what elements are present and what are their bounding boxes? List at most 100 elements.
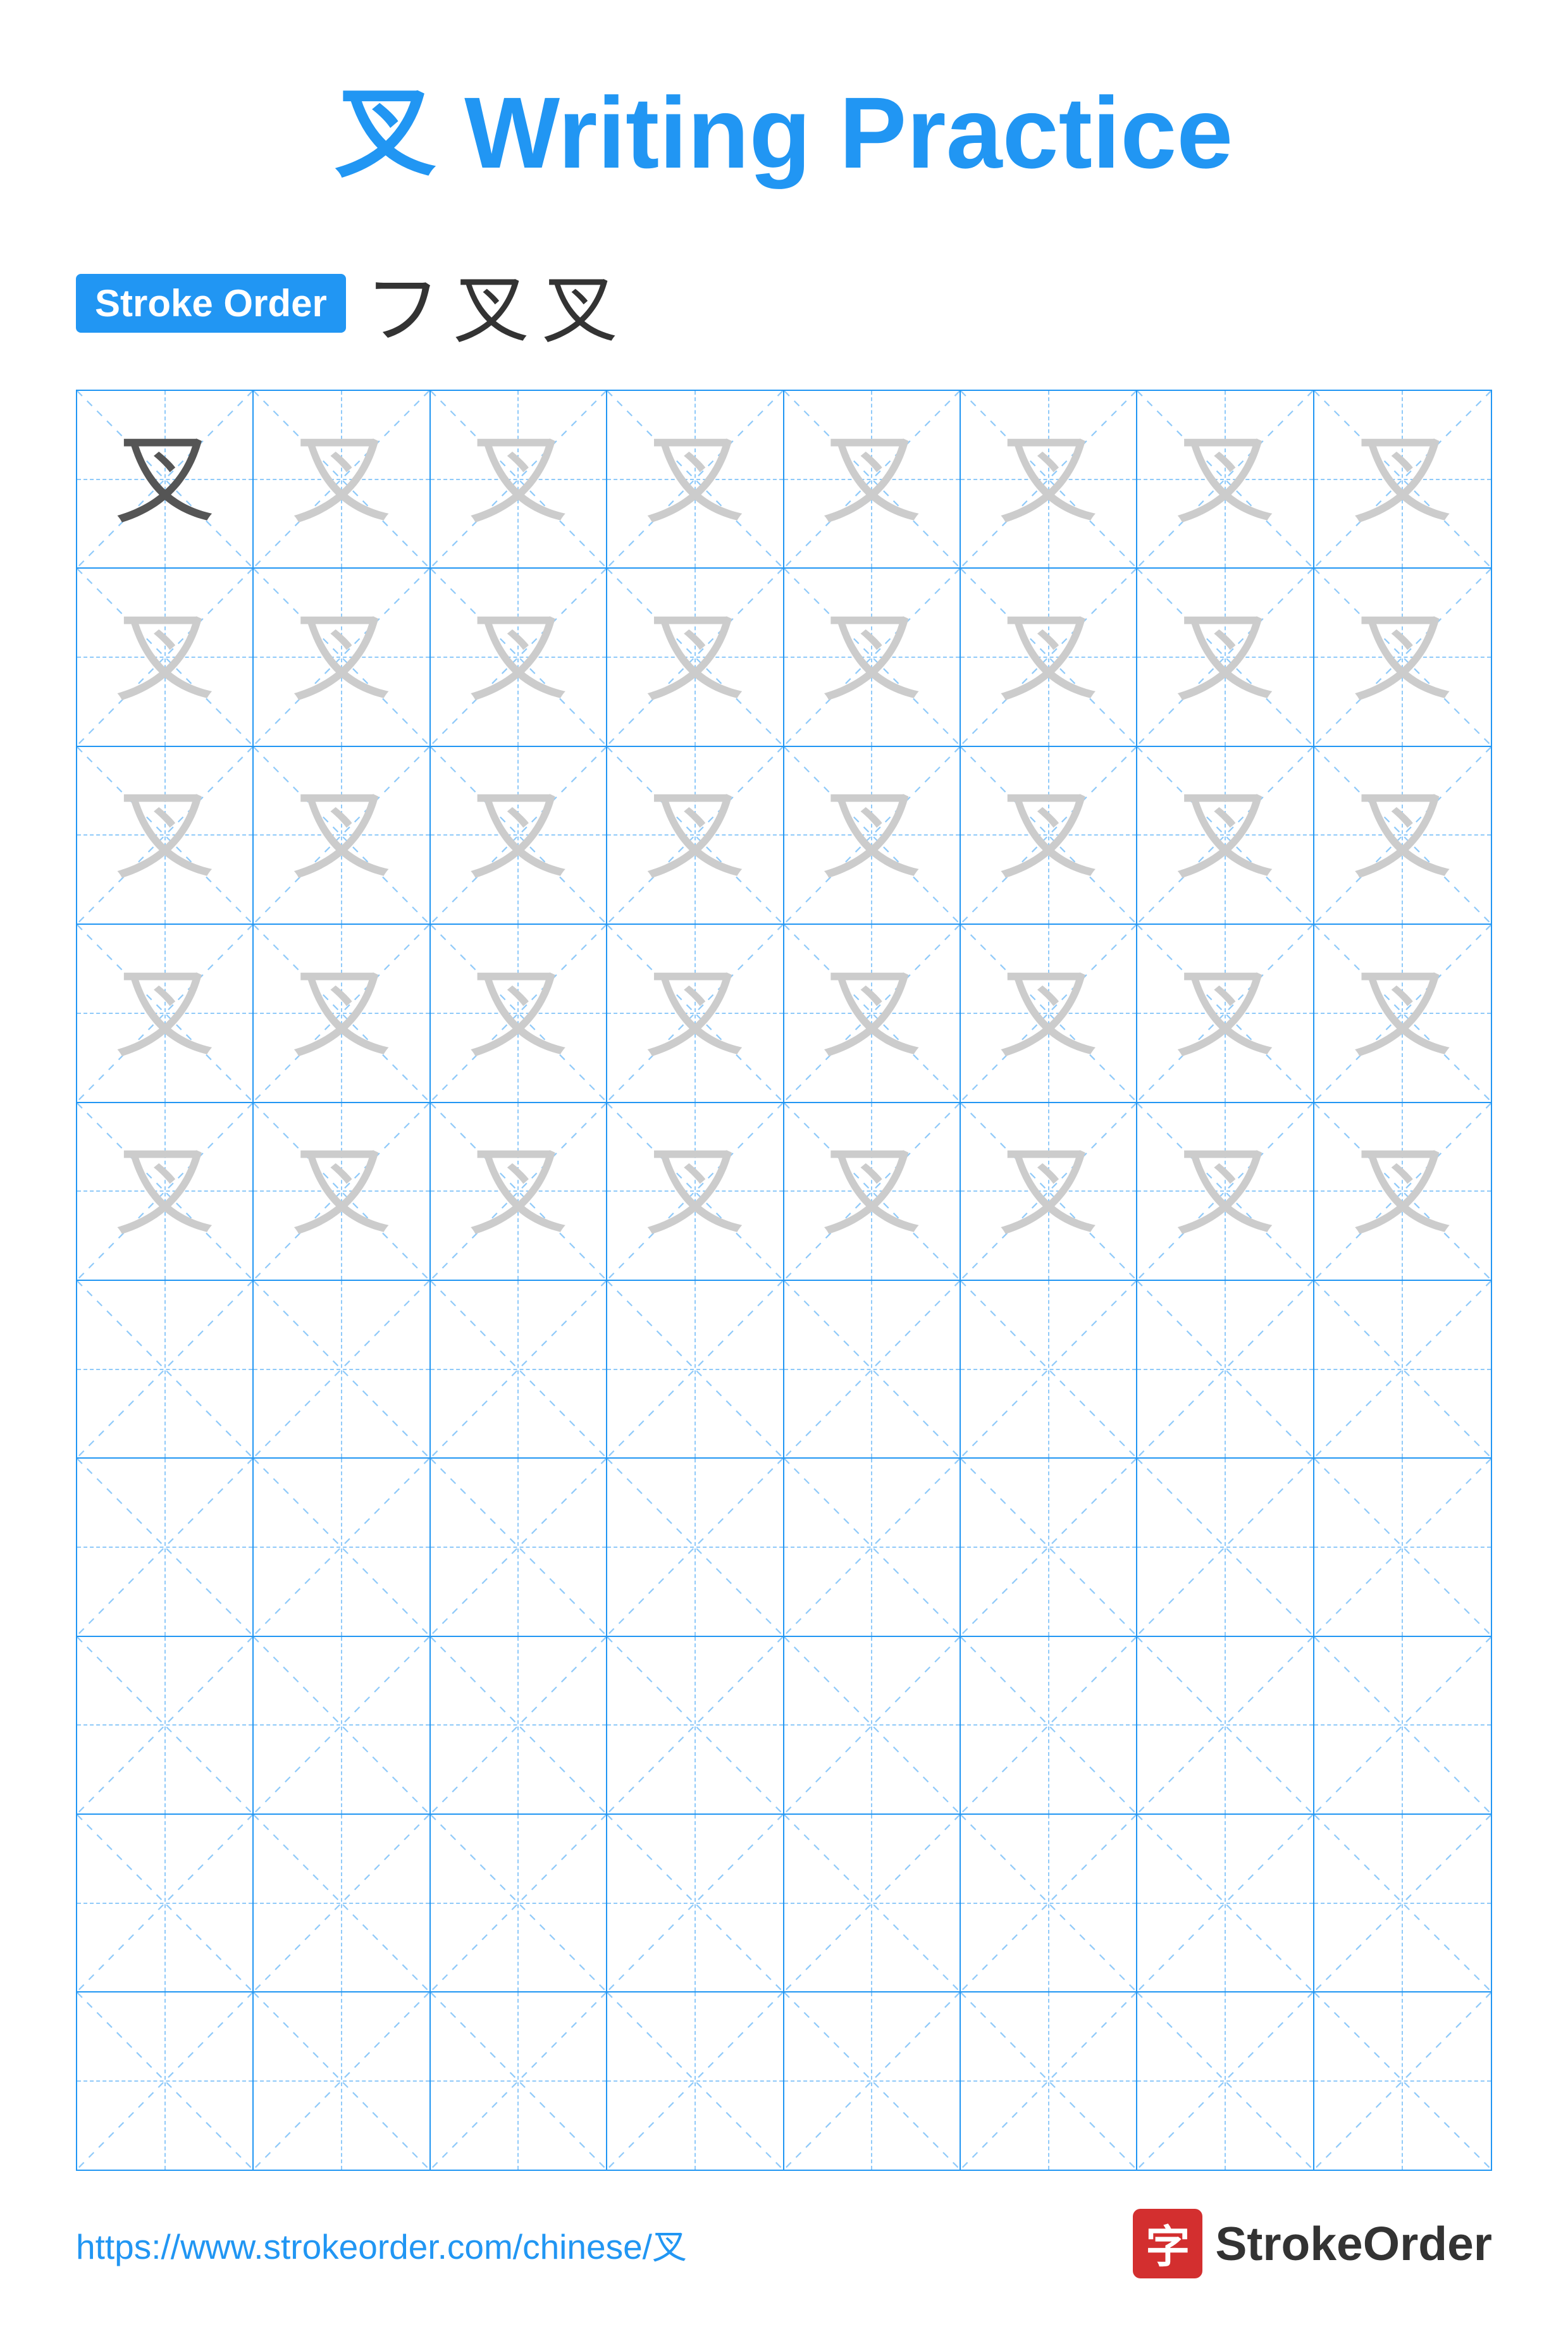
grid-cell[interactable] (1137, 1992, 1314, 2169)
grid-cell[interactable] (431, 1281, 607, 1457)
practice-char: 叉 (645, 607, 746, 708)
grid-cell[interactable]: 叉 (961, 747, 1137, 924)
grid-cell[interactable]: 叉 (607, 391, 784, 567)
grid-cell[interactable] (254, 1815, 430, 1991)
grid-cell[interactable]: 叉 (77, 747, 254, 924)
grid-cell[interactable] (607, 1459, 784, 1635)
grid-cell[interactable]: 叉 (961, 1103, 1137, 1280)
grid-cell[interactable] (961, 1637, 1137, 1813)
grid-cell[interactable]: 叉 (961, 391, 1137, 567)
grid-cell[interactable]: 叉 (77, 391, 254, 567)
grid-cell[interactable]: 叉 (431, 569, 607, 745)
grid-cell[interactable] (254, 1459, 430, 1635)
grid-cell[interactable] (254, 1281, 430, 1457)
grid-cell[interactable] (607, 1637, 784, 1813)
practice-char: 叉 (1175, 1140, 1276, 1242)
grid-cell[interactable]: 叉 (784, 1103, 961, 1280)
stroke-char-3: 叉 (542, 248, 618, 358)
grid-cell[interactable] (431, 1992, 607, 2169)
grid-cell[interactable]: 叉 (77, 569, 254, 745)
grid-cell[interactable] (1314, 1281, 1491, 1457)
grid-cell[interactable] (961, 1459, 1137, 1635)
grid-cell[interactable]: 叉 (1314, 1103, 1491, 1280)
grid-cell[interactable] (254, 1637, 430, 1813)
grid-row (77, 1992, 1491, 2169)
grid-cell[interactable]: 叉 (1314, 925, 1491, 1101)
grid-cell[interactable] (961, 1815, 1137, 1991)
grid-cell[interactable] (961, 1992, 1137, 2169)
practice-char: 叉 (1175, 784, 1276, 886)
grid-cell[interactable]: 叉 (254, 925, 430, 1101)
grid-cell[interactable] (1314, 1637, 1491, 1813)
grid-cell[interactable] (607, 1281, 784, 1457)
grid-cell[interactable]: 叉 (431, 747, 607, 924)
grid-cell[interactable] (607, 1992, 784, 2169)
grid-cell[interactable] (1314, 1992, 1491, 2169)
grid-cell[interactable]: 叉 (1314, 391, 1491, 567)
grid-cell[interactable]: 叉 (1137, 747, 1314, 924)
grid-cell[interactable] (1137, 1815, 1314, 1991)
grid-cell[interactable]: 叉 (254, 747, 430, 924)
grid-cell[interactable]: 叉 (1314, 747, 1491, 924)
grid-cell[interactable]: 叉 (607, 1103, 784, 1280)
grid-cell[interactable]: 叉 (77, 1103, 254, 1280)
grid-cell[interactable]: 叉 (254, 391, 430, 567)
grid-cell[interactable] (77, 1637, 254, 1813)
grid-cell[interactable] (961, 1281, 1137, 1457)
grid-cell[interactable] (784, 1815, 961, 1991)
grid-cell[interactable] (77, 1459, 254, 1635)
grid-row (77, 1459, 1491, 1636)
footer-logo: 字 StrokeOrder (1133, 2209, 1492, 2278)
grid-cell[interactable]: 叉 (431, 1103, 607, 1280)
grid-cell[interactable]: 叉 (607, 747, 784, 924)
grid-cell[interactable] (784, 1637, 961, 1813)
footer: https://www.strokeorder.com/chinese/叉 字 … (76, 2209, 1492, 2278)
grid-cell[interactable]: 叉 (1137, 569, 1314, 745)
grid-cell[interactable]: 叉 (1314, 569, 1491, 745)
grid-cell[interactable]: 叉 (784, 569, 961, 745)
grid-cell[interactable]: 叉 (607, 569, 784, 745)
page: 叉 Writing Practice Stroke Order フ 叉 叉 叉 … (0, 0, 1568, 2329)
grid-cell[interactable]: 叉 (961, 569, 1137, 745)
grid-cell[interactable] (431, 1815, 607, 1991)
grid-cell[interactable] (1314, 1815, 1491, 1991)
grid-cell[interactable] (784, 1459, 961, 1635)
grid-cell[interactable] (431, 1459, 607, 1635)
grid-cell[interactable]: 叉 (254, 1103, 430, 1280)
grid-cell[interactable] (1137, 1459, 1314, 1635)
grid-cell[interactable]: 叉 (784, 925, 961, 1101)
grid-cell[interactable] (77, 1815, 254, 1991)
practice-char: 叉 (1352, 429, 1453, 530)
grid-cell[interactable]: 叉 (1137, 925, 1314, 1101)
grid-row: 叉 叉 叉 叉 叉 叉 叉 (77, 569, 1491, 746)
grid-cell[interactable]: 叉 (77, 925, 254, 1101)
grid-cell[interactable]: 叉 (961, 925, 1137, 1101)
footer-url[interactable]: https://www.strokeorder.com/chinese/叉 (76, 2218, 687, 2269)
grid-cell[interactable]: 叉 (607, 925, 784, 1101)
practice-char: 叉 (291, 607, 392, 708)
grid-cell[interactable]: 叉 (784, 747, 961, 924)
grid-cell[interactable] (1314, 1459, 1491, 1635)
grid-cell[interactable]: 叉 (1137, 391, 1314, 567)
grid-cell[interactable] (77, 1992, 254, 2169)
grid-cell[interactable]: 叉 (431, 925, 607, 1101)
practice-char: 叉 (1175, 963, 1276, 1064)
grid-cell[interactable] (77, 1281, 254, 1457)
practice-char: 叉 (1352, 607, 1453, 708)
practice-char: 叉 (821, 607, 922, 708)
grid-cell[interactable]: 叉 (431, 391, 607, 567)
grid-cell[interactable] (1137, 1281, 1314, 1457)
grid-cell[interactable] (431, 1637, 607, 1813)
grid-cell[interactable] (784, 1992, 961, 2169)
grid-cell[interactable] (254, 1992, 430, 2169)
stroke-order-section: Stroke Order フ 叉 叉 (76, 248, 1492, 358)
grid-cell[interactable]: 叉 (1137, 1103, 1314, 1280)
grid-cell[interactable] (607, 1815, 784, 1991)
grid-cell[interactable]: 叉 (254, 569, 430, 745)
practice-char: 叉 (291, 429, 392, 530)
grid-cell[interactable] (1137, 1637, 1314, 1813)
practice-grid: 叉 叉 叉 叉 叉 叉 叉 (76, 390, 1492, 2171)
grid-cell[interactable]: 叉 (784, 391, 961, 567)
grid-row: 叉 叉 叉 叉 叉 叉 叉 (77, 747, 1491, 925)
grid-cell[interactable] (784, 1281, 961, 1457)
